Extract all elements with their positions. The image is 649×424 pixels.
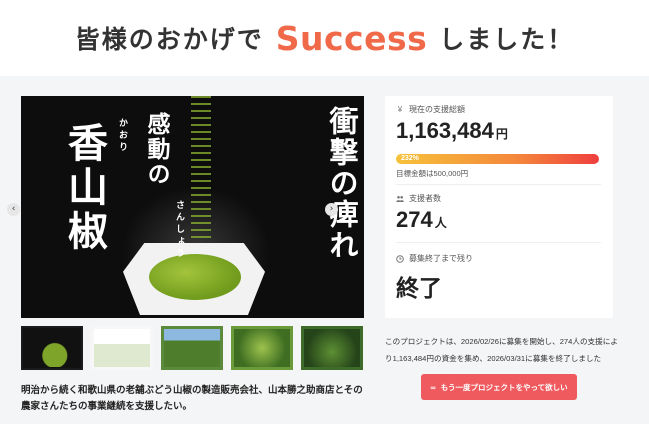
supporters-label: 支援者数	[409, 194, 441, 203]
remaining-value: 終了	[396, 275, 442, 301]
remaining-label: 募集終了まで残り	[409, 254, 473, 263]
hero-text-shogeki: 衝撃の痺れ	[325, 106, 359, 261]
supporters-label-row: 支援者数	[396, 193, 441, 204]
total-amount-unit: 円	[495, 127, 508, 141]
thumbnail-4-image	[234, 329, 290, 367]
total-amount-value: 1,163,484	[396, 118, 494, 143]
remaining-label-row: 募集終了まで残り	[396, 253, 473, 264]
hero-ruby-kaori: かおり	[117, 118, 127, 154]
request-again-label: もう一度プロジェクトをやって欲しい	[440, 382, 568, 392]
success-banner: 皆様のおかげで Success しました！	[0, 0, 649, 76]
total-label-row: ¥ 現在の支援総額	[396, 104, 465, 115]
total-label: 現在の支援総額	[409, 105, 465, 114]
thumbnail-5-image	[304, 329, 360, 367]
thumbnail-strip	[21, 326, 364, 370]
request-again-button[interactable]: ∞ もう一度プロジェクトをやって欲しい	[421, 374, 577, 400]
divider-1	[396, 184, 601, 185]
carousel-prev-button[interactable]: ‹	[7, 203, 20, 216]
supporters-value: 274	[396, 207, 433, 232]
progress-percent: 232%	[401, 155, 419, 162]
people-icon	[396, 195, 404, 203]
banner-suffix: しました！	[439, 25, 575, 54]
thumbnail-5[interactable]	[301, 326, 363, 370]
infinity-icon: ∞	[430, 382, 436, 392]
hero-image: かおり 感動の 香山椒 さんしょう 衝撃の痺れ	[21, 96, 364, 318]
goal-amount: 目標金額は500,000円	[396, 169, 469, 178]
thumbnail-1-image	[24, 329, 80, 367]
thumbnail-3-image	[164, 329, 220, 367]
supporters-count: 274 人	[396, 207, 447, 233]
project-summary: 明治から続く和歌山県の老舗ぶどう山椒の製造販売会社、山本勝之助商店とその農家さん…	[21, 385, 363, 412]
thumbnail-3[interactable]	[161, 326, 223, 370]
divider-2	[396, 242, 601, 243]
banner-success-word: Success	[271, 18, 432, 58]
progress-bar: 232%	[396, 154, 599, 164]
stats-card: ¥ 現在の支援総額 1,163,484 円 232% 目標金額は500,000円 …	[385, 96, 613, 318]
thumbnail-2[interactable]	[91, 326, 153, 370]
clock-icon	[396, 254, 404, 263]
banner-success-label: Success	[275, 18, 428, 58]
thumbnail-1[interactable]	[21, 326, 83, 370]
total-amount: 1,163,484 円	[396, 118, 508, 144]
thumbnail-4[interactable]	[231, 326, 293, 370]
carousel-next-button[interactable]: ›	[325, 203, 338, 216]
banner-prefix: 皆様のおかげで	[74, 25, 264, 54]
green-powder	[149, 254, 241, 300]
thumbnail-2-image	[94, 329, 150, 367]
powder-stream	[191, 96, 211, 246]
hero-text-kosansho: 香山椒	[61, 122, 108, 254]
yen-icon: ¥	[397, 104, 403, 114]
project-result-note: このプロジェクトは、2026/02/26に募集を開始し、274人の支援により1,…	[385, 337, 618, 363]
hero-text-kando: 感動の	[143, 112, 170, 187]
supporters-unit: 人	[434, 216, 447, 230]
hero-ruby-sansho: さんしょう	[174, 200, 184, 260]
